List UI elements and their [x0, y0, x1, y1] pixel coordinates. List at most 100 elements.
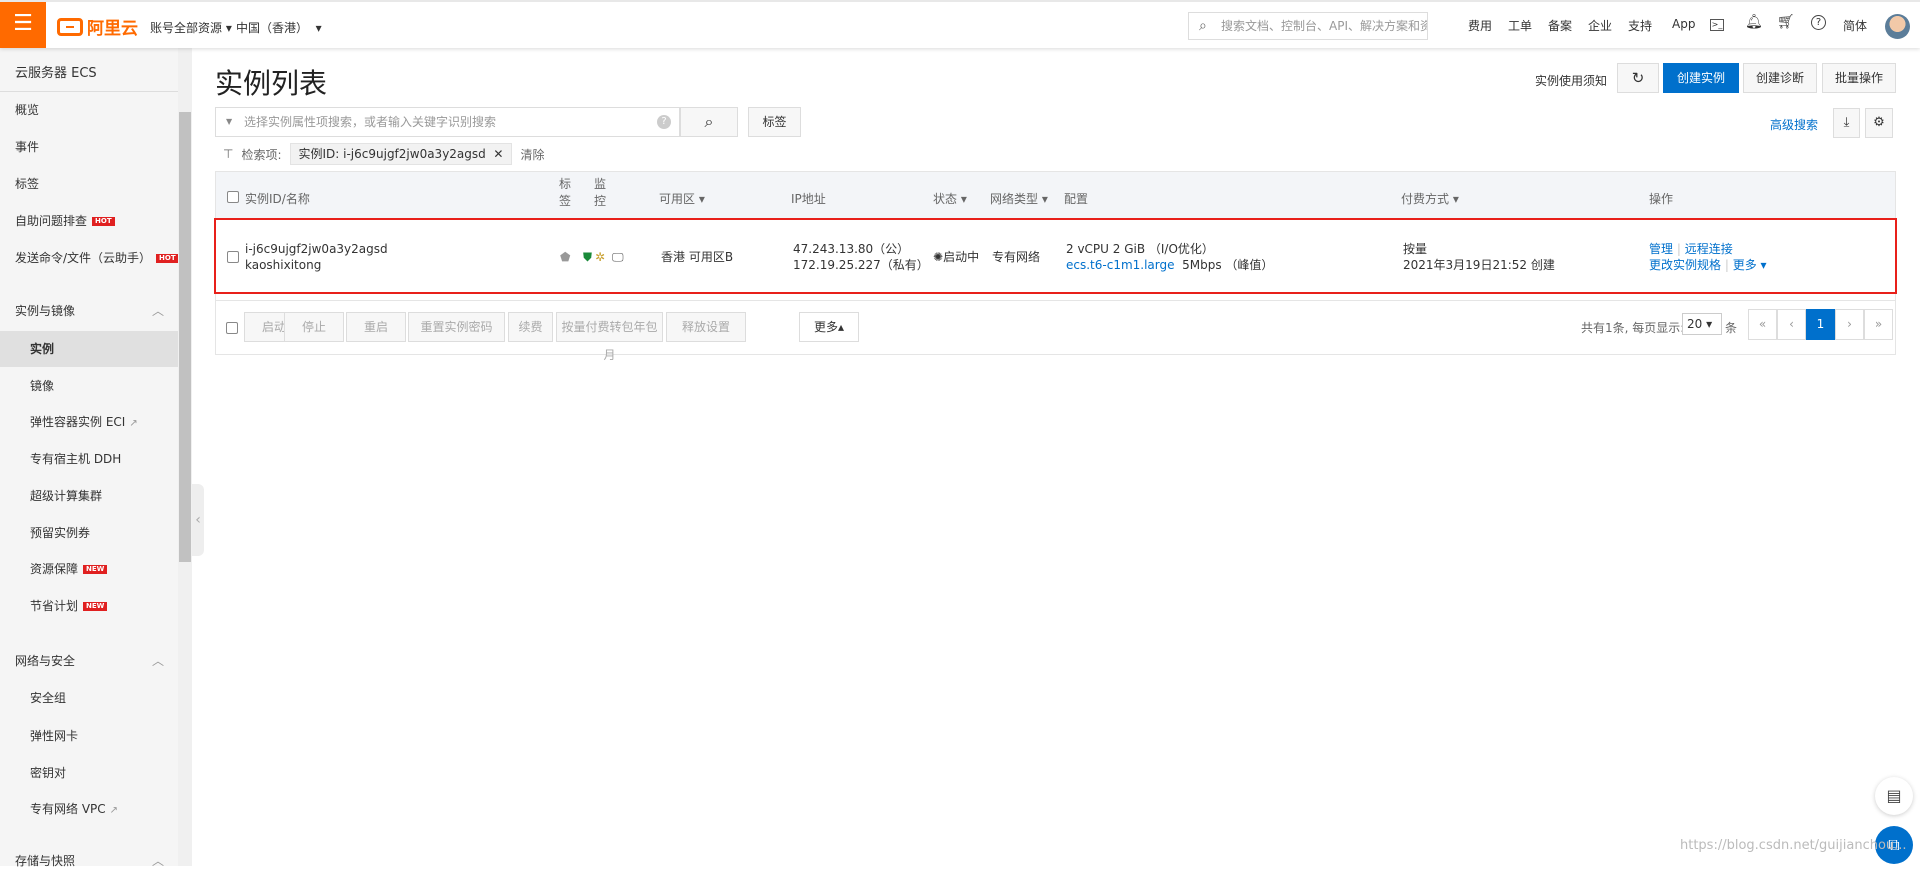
bulk-button[interactable]: 重置实例密码 — [408, 312, 505, 342]
select-all-checkbox[interactable] — [227, 191, 239, 203]
col-instance-id: 实例ID/名称 — [245, 192, 310, 206]
more-bulk-button[interactable]: 更多▴ — [799, 312, 859, 342]
first-page-button[interactable]: « — [1748, 309, 1777, 340]
aliyun-logo[interactable]: 阿里云 — [57, 14, 138, 39]
global-search-input[interactable]: ⌕ 搜索文档、控制台、API、解决方案和资源 — [1188, 12, 1428, 40]
last-page-button[interactable]: » — [1864, 309, 1893, 340]
sidebar-item-label: 网络与安全 — [15, 654, 76, 668]
cart-icon[interactable]: 🛒︎ — [1777, 14, 1795, 30]
sidebar-section[interactable]: 网络与安全 ︿ — [0, 643, 178, 679]
remote-connect-link[interactable]: 远程连接 — [1685, 242, 1733, 256]
filter-icon: ⊤ — [223, 147, 234, 161]
cloud-assistant-icon[interactable]: ✲ — [595, 249, 605, 265]
language-switch[interactable]: 简体 — [1843, 17, 1867, 34]
terminal-icon[interactable]: >_ — [1710, 19, 1724, 31]
security-shield-icon[interactable]: ⛊ — [583, 249, 592, 265]
more-actions-dropdown[interactable]: 更多 ▾ — [1733, 258, 1767, 272]
sidebar-section[interactable]: 存储与快照 ︿ — [0, 843, 178, 879]
instance-notice-link[interactable]: 实例使用须知 — [1535, 72, 1607, 89]
sidebar-item-label: 发送命令/文件（云助手） — [15, 251, 152, 265]
sidebar-section[interactable]: 实例与镜像 ︿ — [0, 293, 178, 329]
bulk-button[interactable]: 按量付费转包年包月 — [556, 312, 663, 362]
bell-icon[interactable]: 🔔︎ — [1745, 14, 1763, 30]
nav-ticket[interactable]: 工单 — [1508, 17, 1532, 34]
account-label: 账号全部资源 — [150, 21, 223, 35]
bulk-button[interactable]: 释放设置 — [666, 312, 746, 342]
chevron-up-icon[interactable]: ︿ — [152, 643, 164, 679]
create-diagnosis-button[interactable]: 创建诊断 — [1743, 63, 1817, 93]
collapse-sidebar-handle[interactable]: ‹ — [192, 484, 204, 556]
actions-line-1: 管理 | 远程连接 — [1649, 242, 1733, 256]
chat-icon[interactable]: ▤ — [1875, 777, 1913, 815]
nav-icp[interactable]: 备案 — [1548, 17, 1572, 34]
sidebar-item[interactable]: 安全组 — [0, 680, 178, 716]
sidebar-item[interactable]: 发送命令/文件（云助手） HOT — [0, 240, 179, 276]
nav-app[interactable]: App — [1672, 17, 1695, 31]
caret-down-icon[interactable]: ▼ — [226, 108, 232, 136]
instance-type-link[interactable]: ecs.t6-c1m1.large — [1066, 258, 1175, 272]
sidebar-item[interactable]: 实例 — [0, 331, 178, 367]
bulk-button[interactable]: 续费 — [508, 312, 553, 342]
sidebar-item[interactable]: 专有宿主机 DDH — [0, 441, 178, 477]
prev-page-button[interactable]: ‹ — [1777, 309, 1806, 340]
sidebar-item[interactable]: 弹性网卡 — [0, 718, 178, 754]
sidebar-item[interactable]: 标签 — [0, 166, 178, 202]
bulk-select-checkbox[interactable] — [226, 322, 238, 334]
logo-text: 阿里云 — [87, 19, 138, 39]
sidebar-item[interactable]: 专有网络 VPC ↗ — [0, 791, 178, 827]
sidebar-item[interactable]: 弹性容器实例 ECI ↗ — [0, 404, 178, 440]
chevron-up-icon[interactable]: ︿ — [152, 843, 164, 879]
sidebar-item[interactable]: 自助问题排查 HOT — [0, 203, 178, 239]
bulk-button[interactable]: 停止 — [284, 312, 344, 342]
tag-filter-button[interactable]: 标签 — [748, 107, 801, 137]
bulk-button[interactable]: 重启 — [346, 312, 406, 342]
scrollbar-thumb[interactable] — [179, 112, 191, 562]
advanced-search-link[interactable]: 高级搜索 — [1770, 116, 1818, 133]
tag-icon[interactable]: ⬟ — [560, 249, 570, 265]
instance-search-input[interactable]: ▼ 选择实例属性项搜索，或者输入关键字识别搜索? — [215, 107, 680, 137]
manage-link[interactable]: 管理 — [1649, 242, 1673, 256]
nav-support[interactable]: 支持 — [1628, 17, 1652, 34]
row-checkbox[interactable] — [227, 251, 239, 263]
account-selector[interactable]: 账号全部资源 ▾ — [150, 19, 232, 36]
col-network[interactable]: 网络类型 ▾ — [990, 190, 1048, 207]
help-icon[interactable]: ? — [1811, 15, 1826, 30]
create-instance-button[interactable]: 创建实例 — [1663, 63, 1739, 93]
sidebar-item[interactable]: 超级计算集群 — [0, 478, 178, 514]
avatar[interactable] — [1885, 14, 1910, 39]
sidebar-item[interactable]: 密钥对 — [0, 755, 178, 791]
sidebar-item[interactable]: 预留实例券 — [0, 515, 178, 551]
settings-icon[interactable]: ⚙ — [1865, 108, 1893, 138]
batch-operation-button[interactable]: 批量操作 — [1822, 63, 1896, 93]
instance-id-link[interactable]: i-j6c9ujgf2jw0a3y2agsd — [245, 241, 388, 257]
sidebar-item-label: 弹性网卡 — [30, 729, 79, 743]
nav-enterprise[interactable]: 企业 — [1588, 17, 1612, 34]
search-placeholder: 选择实例属性项搜索，或者输入关键字识别搜索 — [244, 115, 497, 129]
sidebar-item-label: 镜像 — [30, 379, 55, 393]
search-button[interactable]: ⌕ — [680, 107, 738, 137]
col-status[interactable]: 状态 ▾ — [933, 190, 967, 207]
page-size-select[interactable]: 20 ▾ — [1682, 313, 1722, 335]
nav-billing[interactable]: 费用 — [1468, 17, 1492, 34]
close-icon[interactable]: ✕ — [493, 147, 503, 161]
monitor-icon[interactable]: 🖵︎ — [612, 249, 624, 265]
region-selector[interactable]: 中国（香港） ▾ — [236, 19, 322, 36]
sidebar-item[interactable]: 资源保障 NEW — [0, 551, 178, 587]
page-1-button[interactable]: 1 — [1806, 309, 1835, 340]
col-zone[interactable]: 可用区 ▾ — [659, 190, 705, 207]
chevron-up-icon[interactable]: ︿ — [152, 293, 164, 329]
download-icon[interactable]: ⤓ — [1833, 108, 1860, 138]
help-icon[interactable]: ? — [657, 115, 671, 129]
refresh-button[interactable]: ↻ — [1617, 63, 1659, 93]
sidebar-item[interactable]: 事件 — [0, 129, 178, 165]
col-billing[interactable]: 付费方式 ▾ — [1401, 190, 1459, 207]
next-page-button[interactable]: › — [1835, 309, 1864, 340]
change-spec-link[interactable]: 更改实例规格 — [1649, 258, 1721, 272]
menu-icon[interactable]: ☰ — [0, 2, 46, 48]
sidebar-item-label: 密钥对 — [30, 766, 67, 780]
page-size-unit: 条 — [1725, 321, 1738, 335]
sidebar-item[interactable]: 概览 — [0, 92, 178, 128]
clear-filter-link[interactable]: 清除 — [520, 146, 544, 163]
sidebar-item[interactable]: 镜像 — [0, 368, 178, 404]
sidebar-item[interactable]: 节省计划 NEW — [0, 588, 178, 624]
